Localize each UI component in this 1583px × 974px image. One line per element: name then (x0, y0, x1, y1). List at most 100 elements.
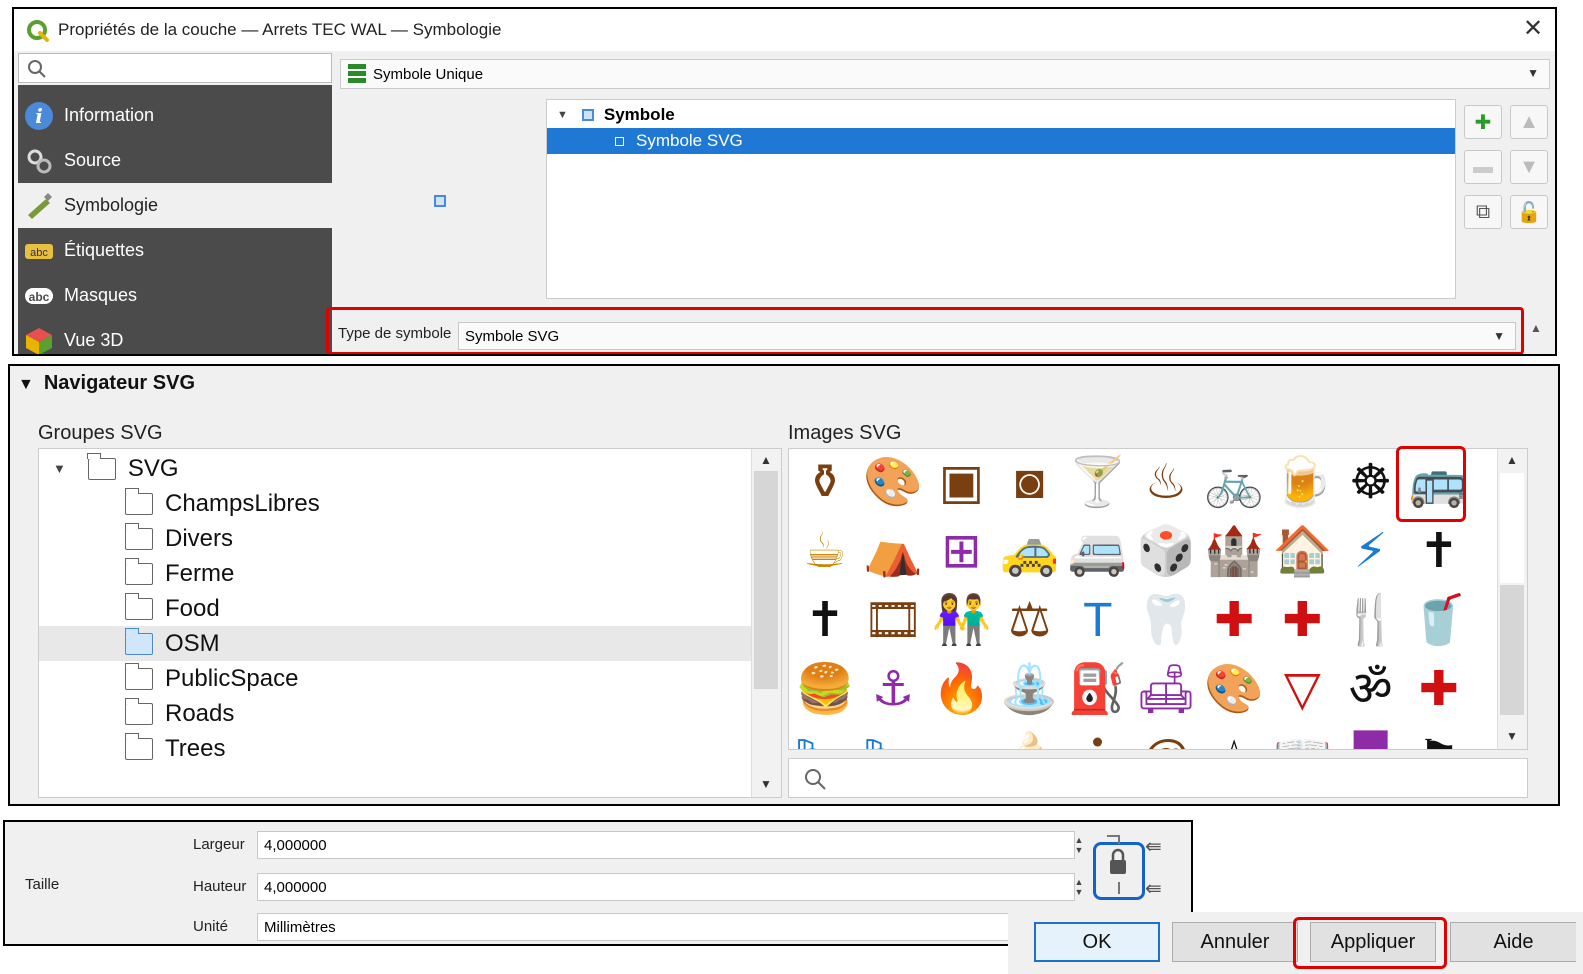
svg-image-item[interactable]: ✚ (1407, 658, 1471, 722)
height-spinner[interactable]: ▲ ▼ (1071, 873, 1087, 901)
svg-image-item[interactable]: 🍴 (1339, 589, 1403, 653)
svg-image-item[interactable]: 📖 (1270, 727, 1334, 750)
svg-image-item[interactable]: ☸ (1339, 451, 1403, 515)
svg-image-item[interactable]: ✚ (1270, 589, 1334, 653)
svg-image-item[interactable]: 🚕 (998, 520, 1062, 584)
duplicate-layer-button[interactable]: ⧉ (1464, 195, 1502, 229)
svg-image-item[interactable]: ▬ (929, 727, 993, 750)
svg-image-item[interactable]: ⚡ (1339, 520, 1403, 584)
svg-image-item[interactable]: ▣ (929, 451, 993, 515)
sidebar-item-labels[interactable]: abc Étiquettes (18, 228, 332, 273)
svg-image-item[interactable]: ॐ (1339, 658, 1403, 722)
svg-image-item[interactable]: ☆ (1202, 727, 1266, 750)
svg-image-item[interactable]: ⚱ (793, 451, 857, 515)
group-item[interactable]: Trees (39, 731, 751, 766)
svg-image-item[interactable]: 🦷 (1134, 589, 1198, 653)
tree-item-svg-symbol[interactable]: Symbole SVG (547, 128, 1455, 154)
svg-image-item[interactable]: 👫 (929, 589, 993, 653)
width-spinner[interactable]: ▲ ▼ (1071, 831, 1087, 859)
groups-scrollbar[interactable]: ▲ ▼ (751, 449, 781, 797)
lock-layer-button[interactable]: 🔓 (1510, 195, 1548, 229)
move-down-button[interactable]: ▼ (1510, 150, 1548, 184)
sidebar-item-3d-view[interactable]: Vue 3D (18, 318, 332, 354)
symbol-type-select[interactable]: Symbole SVG ▼ (458, 322, 1516, 350)
svg-image-item[interactable]: 🛋 (1134, 658, 1198, 722)
svg-image-item[interactable]: ✚ (1202, 589, 1266, 653)
sidebar-search-input[interactable] (18, 53, 332, 83)
svg-image-item[interactable]: 🏰 (1202, 520, 1266, 584)
svg-image-item[interactable]: @ (1134, 727, 1198, 750)
svg-image-item[interactable]: 🔥 (929, 658, 993, 722)
svg-image-item[interactable]: 🚲 (1202, 451, 1266, 515)
scroll-up-icon[interactable]: ▲ (760, 453, 772, 467)
svg-image-item[interactable]: 🎲 (1134, 520, 1198, 584)
svg-image-item[interactable]: ⛽ (1066, 658, 1130, 722)
svg-image-item[interactable]: ⚑ (1407, 727, 1471, 750)
svg-image-item[interactable]: ☕ (793, 520, 857, 584)
svg-image-item[interactable]: 🎨 (861, 451, 925, 515)
group-item[interactable]: Roads (39, 696, 751, 731)
scrollbar-thumb[interactable] (754, 471, 778, 689)
sidebar-item-symbology[interactable]: Symbologie (18, 183, 332, 228)
move-up-button[interactable]: ▲ (1510, 105, 1548, 139)
svg-image-item[interactable]: 🍸 (1066, 451, 1130, 515)
group-item[interactable]: PublicSpace (39, 661, 751, 696)
group-item[interactable]: Ferme (39, 556, 751, 591)
sidebar-item-information[interactable]: i Information (18, 93, 332, 138)
sidebar-item-masks[interactable]: abc Masques (18, 273, 332, 318)
ok-button[interactable]: OK (1034, 922, 1160, 962)
group-item-selected[interactable]: OSM (39, 626, 751, 661)
svg-image-item[interactable]: ⛲ (998, 658, 1062, 722)
sidebar-item-source[interactable]: Source (18, 138, 332, 183)
svg-image-item[interactable]: ♨ (1134, 451, 1198, 515)
height-input[interactable]: 4,000000 (257, 873, 1075, 901)
svg-image-search-input[interactable] (788, 758, 1528, 798)
scroll-down-icon[interactable]: ▼ (760, 777, 772, 791)
svg-image-item[interactable]: 🎨 (1202, 658, 1266, 722)
svg-image-item[interactable]: 🛏 (793, 727, 857, 750)
close-button[interactable]: ✕ (1518, 14, 1548, 43)
folder-icon (124, 697, 153, 725)
svg-image-item[interactable]: 🥤 (1407, 589, 1471, 653)
remove-layer-button[interactable]: ▬ (1464, 150, 1502, 184)
scroll-down-icon[interactable]: ▼ (1506, 729, 1518, 743)
group-item[interactable]: Food (39, 591, 751, 626)
svg-image-item[interactable]: 🍦 (998, 727, 1062, 750)
svg-image-item[interactable]: ⛺ (861, 520, 925, 584)
group-item[interactable]: Divers (39, 521, 751, 556)
svg-image-item[interactable]: ▽ (1270, 658, 1334, 722)
svg-image-item[interactable]: 🍺 (1270, 451, 1334, 515)
svg-image-item[interactable]: ⚖ (998, 589, 1062, 653)
cancel-button[interactable]: Annuler (1172, 922, 1298, 962)
data-defined-override-icon[interactable]: ⇚ (1145, 876, 1162, 901)
aspect-ratio-lock-button[interactable] (1105, 832, 1131, 902)
add-layer-button[interactable]: ✚ (1464, 105, 1502, 139)
svg-image-item[interactable]: T (1066, 589, 1130, 653)
group-item-svg[interactable]: ▼ SVG (39, 451, 751, 486)
svg-image-item[interactable]: 🛏 (861, 727, 925, 750)
svg-image-item[interactable]: ◙ (998, 451, 1062, 515)
scroll-up-icon[interactable]: ▲ (1506, 453, 1518, 467)
tree-item-symbol[interactable]: ▼ Symbole (547, 102, 1455, 128)
svg-image-item[interactable]: ⊞ (929, 520, 993, 584)
svg-browser-header[interactable]: ▼ Navigateur SVG (18, 372, 195, 395)
svg-image-item[interactable]: ✝ (793, 589, 857, 653)
svg-image-item[interactable]: 🚐 (1066, 520, 1130, 584)
svg-image-item[interactable]: 🍔 (793, 658, 857, 722)
unit-select[interactable]: Millimètres (257, 913, 1137, 941)
data-defined-override-icon[interactable]: ⇚ (1145, 834, 1162, 859)
width-input[interactable]: 4,000000 (257, 831, 1075, 859)
svg-image-item[interactable]: ℹ (1066, 727, 1130, 750)
svg-image-item[interactable]: ✝ (1407, 520, 1471, 584)
group-item[interactable]: ChampsLibres (39, 486, 751, 521)
title-bar: Propriétés de la couche — Arrets TEC WAL… (14, 9, 1555, 51)
svg-image-item[interactable]: 🎞 (861, 589, 925, 653)
help-button[interactable]: Aide (1450, 922, 1576, 962)
svg-image-item[interactable]: 🏠 (1270, 520, 1334, 584)
scroll-up-icon[interactable]: ▲ (1530, 321, 1542, 335)
scrollbar-thumb[interactable] (1500, 585, 1524, 715)
svg-image-item[interactable]: ▀ (1339, 727, 1403, 750)
images-scrollbar[interactable]: ▲ ▼ (1497, 449, 1527, 749)
svg-image-item[interactable]: ⚓ (861, 658, 925, 722)
renderer-select[interactable]: Symbole Unique ▼ (340, 59, 1550, 89)
